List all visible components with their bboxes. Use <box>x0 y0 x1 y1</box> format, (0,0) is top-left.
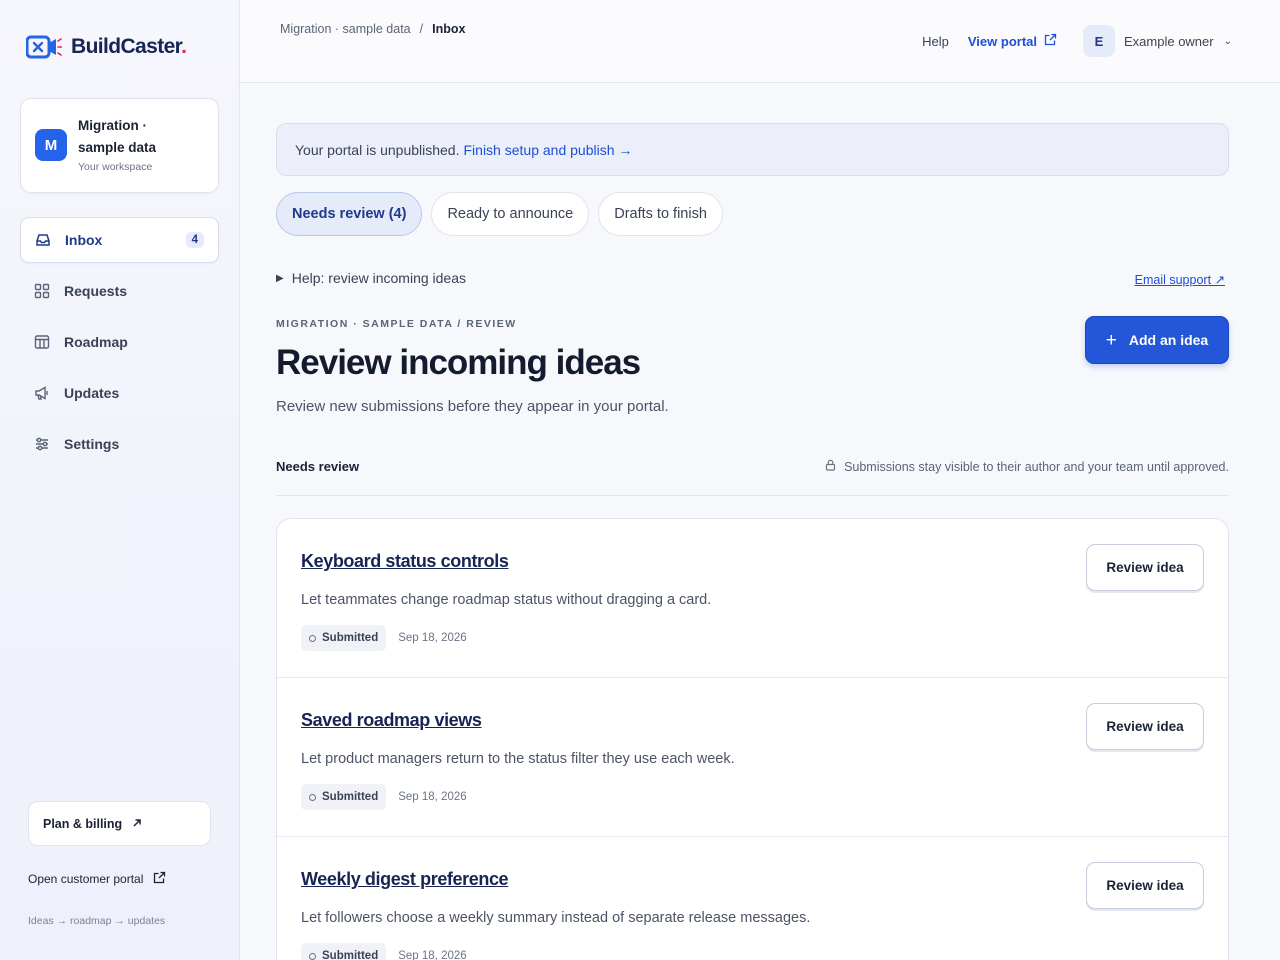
section-note-text: Submissions stay visible to their author… <box>844 459 1229 474</box>
idea-row: Weekly digest preference Let followers c… <box>277 837 1228 960</box>
sidebar-item-roadmap[interactable]: Roadmap <box>20 319 219 365</box>
workspace-subtitle: Your workspace <box>78 161 153 173</box>
review-idea-button[interactable]: Review idea <box>1086 703 1204 750</box>
view-portal-link[interactable]: View portal <box>968 33 1057 49</box>
finish-setup-link[interactable]: Finish setup and publish → <box>464 142 633 158</box>
plus-icon: + <box>1105 329 1117 351</box>
status-circle-icon <box>309 793 316 801</box>
sliders-icon <box>34 436 50 452</box>
tab-drafts-to-finish[interactable]: Drafts to finish <box>598 192 723 236</box>
add-idea-label: Add an idea <box>1128 332 1209 348</box>
sidebar-item-label: Settings <box>64 436 120 452</box>
status-badge: Submitted <box>301 784 387 810</box>
megaphone-icon <box>34 385 50 401</box>
review-tabs: Needs review (4) Ready to announce Draft… <box>276 192 723 236</box>
idea-description: Let teammates change roadmap status with… <box>301 592 712 608</box>
idea-title[interactable]: Saved roadmap views <box>301 710 482 731</box>
status-label: Submitted <box>322 791 379 803</box>
view-portal-label: View portal <box>967 33 1037 49</box>
grid-icon <box>34 283 50 299</box>
idea-description: Let followers choose a weekly summary in… <box>301 910 811 926</box>
help-disclosure-label: Help: review incoming ideas <box>291 270 467 286</box>
roadmap-icon <box>34 334 50 350</box>
sidebar-item-label: Roadmap <box>64 334 128 350</box>
email-support-link[interactable]: Email support ↗ <box>1135 272 1225 287</box>
chevron-down-icon[interactable]: ⌄ <box>1224 36 1232 47</box>
section-divider <box>276 495 1229 496</box>
help-link[interactable]: Help <box>922 34 949 49</box>
status-badge: Submitted <box>301 625 387 651</box>
workspace-switcher[interactable]: M Migration · sample data Your workspace <box>20 98 219 193</box>
sidebar-item-label: Requests <box>64 283 128 299</box>
inbox-count-badge: 4 <box>185 232 204 248</box>
unpublished-banner: Your portal is unpublished. Finish setup… <box>276 123 1229 176</box>
breadcrumb-current: Inbox <box>432 22 466 36</box>
open-customer-portal-link[interactable]: Open customer portal <box>28 871 166 887</box>
ideas-list: Keyboard status controls Let teammates c… <box>276 518 1229 960</box>
add-idea-button[interactable]: + Add an idea <box>1085 316 1229 364</box>
sidebar-item-updates[interactable]: Updates <box>20 370 219 416</box>
buildcaster-logo-icon <box>26 35 62 59</box>
idea-description: Let product managers return to the statu… <box>301 751 735 767</box>
tab-needs-review[interactable]: Needs review (4) <box>276 192 423 236</box>
sidebar-item-requests[interactable]: Requests <box>20 268 219 314</box>
flow-caption: Ideas → roadmap → updates <box>28 915 166 927</box>
user-avatar[interactable]: E <box>1083 25 1115 57</box>
brand-logo[interactable]: BuildCaster. <box>26 32 187 62</box>
idea-date: Sep 18, 2026 <box>398 791 467 803</box>
inbox-icon <box>35 232 51 248</box>
status-label: Submitted <box>322 632 379 644</box>
section-title: Needs review <box>276 459 360 474</box>
open-portal-label: Open customer portal <box>28 872 144 886</box>
plan-billing-label: Plan & billing <box>43 816 123 831</box>
sidebar-item-label: Updates <box>64 385 120 401</box>
idea-title[interactable]: Keyboard status controls <box>301 551 509 572</box>
help-disclosure[interactable]: ▶ Help: review incoming ideas <box>276 270 466 286</box>
arrow-up-right-icon <box>132 817 142 831</box>
idea-date: Sep 18, 2026 <box>398 950 467 960</box>
review-idea-button[interactable]: Review idea <box>1086 862 1204 909</box>
sidebar-nav: Inbox 4 Requests Roadmap Updates Setting… <box>20 217 219 472</box>
status-circle-icon <box>309 952 316 960</box>
sidebar: BuildCaster. M Migration · sample data Y… <box>0 0 240 960</box>
sidebar-item-settings[interactable]: Settings <box>20 421 219 467</box>
review-idea-button[interactable]: Review idea <box>1086 544 1204 591</box>
idea-row: Keyboard status controls Let teammates c… <box>277 519 1228 678</box>
lock-icon <box>825 459 836 474</box>
brand-name: BuildCaster. <box>71 35 187 58</box>
sidebar-item-label: Inbox <box>65 232 103 248</box>
breadcrumb: Migration · sample data / Inbox <box>280 22 465 36</box>
status-circle-icon <box>309 634 316 642</box>
idea-date: Sep 18, 2026 <box>398 632 467 644</box>
external-link-icon <box>153 871 166 887</box>
page-title: Review incoming ideas <box>276 343 641 382</box>
page-subtitle: Review new submissions before they appea… <box>276 398 669 415</box>
user-name[interactable]: Example owner <box>1124 34 1214 49</box>
banner-text: Your portal is unpublished. <box>295 141 460 158</box>
workspace-name: Migration · sample data <box>78 118 157 155</box>
status-badge: Submitted <box>301 943 387 960</box>
status-label: Submitted <box>322 950 379 960</box>
idea-title[interactable]: Weekly digest preference <box>301 869 509 890</box>
external-link-icon <box>1044 33 1057 49</box>
plan-billing-link[interactable]: Plan & billing <box>28 801 211 846</box>
disclosure-triangle-icon: ▶ <box>276 272 284 284</box>
topbar: Migration · sample data / Inbox Help Vie… <box>240 0 1280 83</box>
tab-ready-to-announce[interactable]: Ready to announce <box>431 192 590 236</box>
breadcrumb-separator: / <box>419 22 424 36</box>
section-note: Submissions stay visible to their author… <box>825 459 1229 474</box>
workspace-avatar: M <box>35 129 67 161</box>
breadcrumb-parent[interactable]: Migration · sample data <box>280 22 411 36</box>
sidebar-item-inbox[interactable]: Inbox 4 <box>20 217 219 263</box>
idea-row: Saved roadmap views Let product managers… <box>277 678 1228 837</box>
page-eyebrow: MIGRATION · SAMPLE DATA / REVIEW <box>276 318 517 330</box>
